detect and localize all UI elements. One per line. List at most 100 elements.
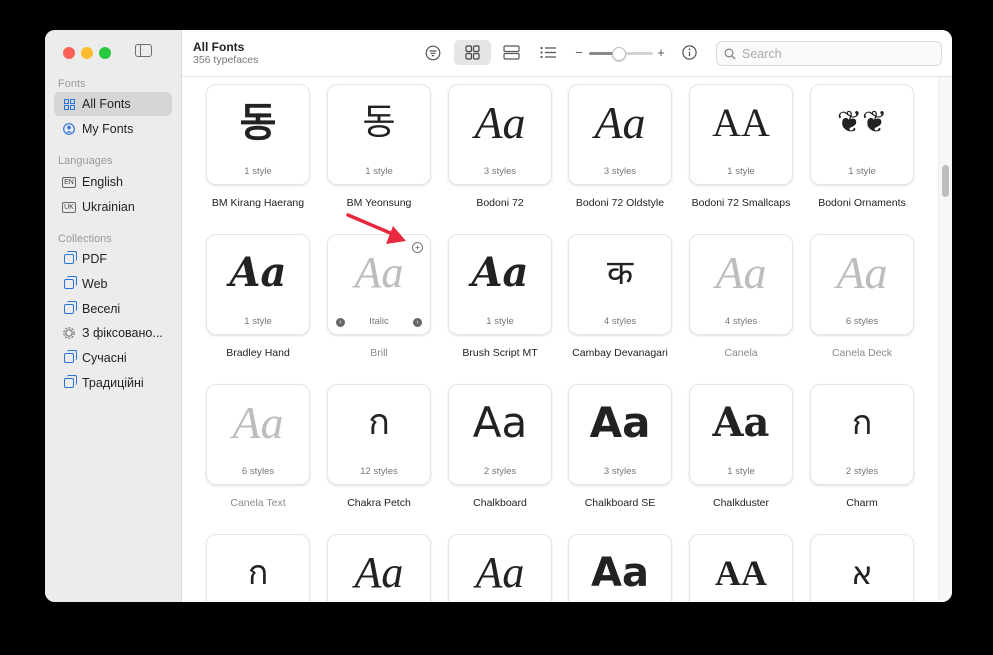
font-name-label: Chalkboard — [473, 497, 527, 509]
font-book-window: Fonts All Fonts My Fonts Languages EN En… — [45, 30, 952, 602]
search-field[interactable] — [716, 41, 942, 66]
font-card[interactable]: 동 1 style — [206, 84, 310, 185]
font-name-label: Brush Script MT — [462, 347, 538, 359]
font-name-label: Cambay Devanagari — [572, 347, 668, 359]
font-sample-preview: א — [851, 554, 873, 592]
font-card[interactable]: Aa 1 style — [448, 234, 552, 335]
font-sample-preview: 동 — [362, 102, 396, 143]
font-card[interactable]: क 4 styles — [568, 234, 672, 335]
font-card[interactable]: AA — [689, 534, 793, 602]
font-name-label: BM Yeonsung — [346, 197, 412, 209]
sidebar-item-label: Традиційні — [82, 376, 144, 390]
font-style-count: 4 styles — [724, 316, 758, 327]
sidebar-item-fixed[interactable]: З фіксовано... — [54, 321, 172, 345]
languages-section-title: Languages — [58, 155, 113, 167]
zoom-in-button[interactable]: + — [655, 40, 667, 65]
font-sample-preview: AA — [712, 100, 770, 145]
font-name-label: Bodoni Ornaments — [818, 197, 906, 209]
font-card[interactable]: Aa 6 styles — [810, 234, 914, 335]
list-view-icon — [539, 46, 556, 59]
sidebar-item-veseli[interactable]: Веселі — [54, 297, 172, 321]
sidebar-item-label: Ukrainian — [82, 200, 135, 214]
zoom-slider-knob[interactable] — [611, 47, 626, 61]
person-icon — [62, 123, 76, 135]
toolbar: All Fonts 356 typefaces − + — [182, 30, 952, 77]
font-card[interactable]: ก 12 styles — [327, 384, 431, 485]
next-style-button[interactable]: › — [413, 318, 422, 327]
font-card[interactable]: Aa 6 styles — [206, 384, 310, 485]
grid-view-button[interactable] — [454, 40, 491, 65]
font-sample-preview: Aa — [715, 247, 767, 298]
font-card[interactable]: Aa 1 style — [689, 384, 793, 485]
collections-section-title: Collections — [58, 233, 112, 245]
font-sample-preview: Aa — [712, 399, 770, 446]
vertical-scrollbar[interactable] — [938, 77, 952, 602]
font-sample-preview: Aa — [229, 249, 287, 296]
font-sample-preview: Aa — [475, 548, 525, 597]
font-card[interactable]: ❦❦ 1 style — [810, 84, 914, 185]
font-card[interactable]: Aa 3 styles — [448, 84, 552, 185]
font-style-count: 3 styles — [483, 166, 517, 177]
font-card[interactable]: ก — [206, 534, 310, 602]
zoom-slider[interactable] — [589, 47, 653, 61]
font-sample-preview: Aa — [474, 97, 526, 148]
font-sample-preview: AA — [715, 553, 767, 593]
previous-style-button[interactable]: ‹ — [336, 318, 345, 327]
font-name-label: Bodoni 72 — [476, 197, 524, 209]
font-style-count: 3 styles — [603, 166, 637, 177]
font-card[interactable]: 동 1 style — [327, 84, 431, 185]
font-card[interactable]: Aa 4 styles — [689, 234, 793, 335]
font-card[interactable]: Aa — [448, 534, 552, 602]
scrollbar-thumb[interactable] — [942, 165, 949, 197]
font-name-label: Canela Deck — [831, 347, 893, 359]
list-view-button[interactable] — [537, 40, 559, 65]
font-card[interactable]: AA 1 style — [689, 84, 793, 185]
close-window-button[interactable] — [63, 47, 75, 59]
sidebar-toggle-icon[interactable] — [135, 44, 152, 57]
sidebar-item-all-fonts[interactable]: All Fonts — [54, 92, 172, 116]
sidebar-item-english[interactable]: EN English — [54, 170, 172, 194]
font-sample-preview: क — [606, 253, 634, 293]
font-card[interactable]: Aa 3 styles — [568, 84, 672, 185]
sidebar-item-my-fonts[interactable]: My Fonts — [54, 117, 172, 141]
sidebar-item-label: My Fonts — [82, 122, 134, 136]
collection-icon — [64, 251, 77, 264]
font-name-label: Bodoni 72 Smallcaps — [691, 197, 791, 209]
sidebar-item-web[interactable]: Web — [54, 272, 172, 296]
font-name-label: Chalkboard SE — [584, 497, 656, 509]
font-sample-preview: 동 — [239, 100, 277, 146]
font-card[interactable]: ก 2 styles — [810, 384, 914, 485]
font-style-count: 12 styles — [360, 466, 398, 477]
minimize-window-button[interactable] — [81, 47, 93, 59]
zoom-window-button[interactable] — [99, 47, 111, 59]
filter-button[interactable] — [422, 40, 444, 65]
sidebar-item-ukrainian[interactable]: UK Ukrainian — [54, 195, 172, 219]
font-style-count: 1 style — [365, 166, 393, 177]
font-name-label: BM Kirang Haerang — [211, 197, 305, 209]
font-card[interactable]: Aa 1 style — [206, 234, 310, 335]
font-card[interactable]: א — [810, 534, 914, 602]
sidebar-item-suchasni[interactable]: Сучасні — [54, 346, 172, 370]
info-button[interactable] — [679, 40, 699, 65]
search-input[interactable] — [740, 45, 934, 62]
sidebar-item-pdf[interactable]: PDF — [54, 247, 172, 271]
font-name-label: Brill — [370, 347, 388, 359]
sidebar-item-label: Веселі — [82, 302, 121, 316]
strip-view-button[interactable] — [498, 40, 524, 65]
strip-view-icon — [502, 45, 520, 60]
font-card[interactable]: Aa — [327, 534, 431, 602]
sidebar-item-tradytsiini[interactable]: Традиційні — [54, 371, 172, 395]
search-icon — [724, 48, 736, 59]
language-badge-icon: EN — [62, 176, 76, 188]
language-badge-icon: UK — [62, 201, 76, 213]
collection-icon — [64, 375, 77, 388]
font-sample-preview: Aa — [472, 398, 528, 447]
font-card[interactable]: Aa 3 styles — [568, 384, 672, 485]
zoom-out-button[interactable]: − — [574, 40, 584, 65]
grid-icon — [62, 98, 76, 110]
font-name-label: Chakra Petch — [347, 497, 411, 509]
font-card[interactable]: Aa 2 styles — [448, 384, 552, 485]
grid-view-icon — [465, 45, 480, 60]
font-card[interactable]: Aa — [568, 534, 672, 602]
font-style-count: 2 styles — [845, 466, 879, 477]
